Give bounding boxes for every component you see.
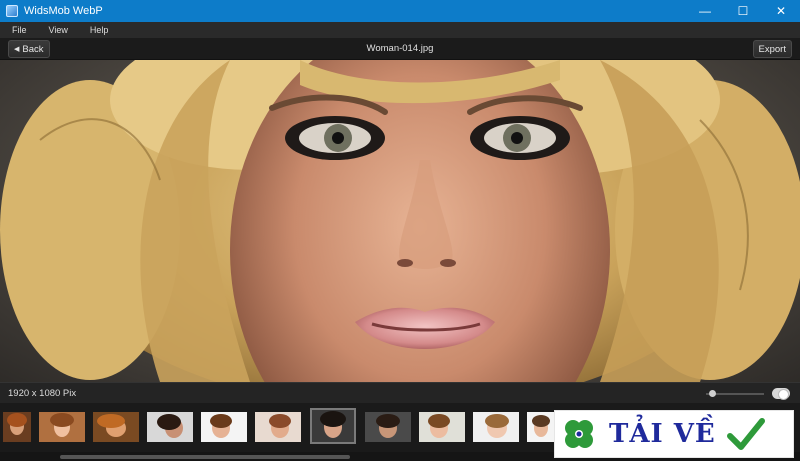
maximize-button[interactable]: ☐ (724, 0, 762, 22)
menu-view[interactable]: View (37, 25, 78, 35)
portrait-photo-icon (0, 60, 800, 382)
portrait-thumbnail-icon (419, 412, 465, 442)
zoom-slider-handle[interactable] (708, 390, 716, 397)
thumbnail-5[interactable] (201, 412, 247, 442)
thumbnail-2[interactable] (39, 412, 85, 442)
fit-toggle[interactable] (772, 388, 790, 400)
window-controls: — ☐ ✕ (686, 0, 800, 22)
thumbnail-4[interactable] (147, 412, 193, 442)
portrait-thumbnail-icon (255, 412, 301, 442)
filmstrip-scrollbar-thumb[interactable] (60, 455, 350, 459)
thumbnail-3[interactable] (93, 412, 139, 442)
menu-file[interactable]: File (0, 25, 37, 35)
portrait-thumbnail-icon (39, 412, 85, 442)
title-bar: WidsMob WebP — ☐ ✕ (0, 0, 800, 22)
thumbnail-7-selected[interactable] (310, 408, 356, 444)
thumbnail-11[interactable] (527, 412, 555, 442)
app-icon (6, 5, 18, 17)
window-title: WidsMob WebP (24, 5, 103, 17)
portrait-thumbnail-icon (312, 410, 354, 442)
back-arrow-icon: ◀ (14, 46, 20, 53)
image-dimensions: 1920 x 1080 Pix (8, 388, 77, 399)
thumbnail-1[interactable] (3, 412, 31, 442)
clover-icon (565, 420, 593, 448)
portrait-thumbnail-icon (147, 412, 193, 442)
portrait-thumbnail-icon (527, 412, 555, 442)
export-button[interactable]: Export (752, 40, 792, 58)
back-button[interactable]: ◀ Back (8, 40, 50, 58)
checkmark-icon (726, 418, 765, 450)
portrait-thumbnail-icon (365, 412, 411, 442)
menu-bar: File View Help (0, 22, 800, 38)
portrait-thumbnail-icon (201, 412, 247, 442)
watermark-banner: TẢI VỀ (554, 410, 794, 458)
thumbnail-10[interactable] (473, 412, 519, 442)
close-button[interactable]: ✕ (762, 0, 800, 22)
thumbnail-8[interactable] (365, 412, 411, 442)
file-name-title: Woman-014.jpg (366, 43, 434, 54)
toolbar: Woman-014.jpg ◀ Back Export (0, 38, 800, 60)
portrait-thumbnail-icon (93, 412, 139, 442)
menu-help[interactable]: Help (78, 25, 119, 35)
thumbnail-6[interactable] (255, 412, 301, 442)
image-viewer[interactable] (0, 60, 800, 382)
thumbnail-9[interactable] (419, 412, 465, 442)
minimize-button[interactable]: — (686, 0, 724, 22)
portrait-thumbnail-icon (473, 412, 519, 442)
watermark-text: TẢI VỀ (609, 419, 716, 449)
status-bar: 1920 x 1080 Pix (0, 382, 800, 403)
back-button-label: Back (22, 43, 44, 55)
portrait-thumbnail-icon (3, 412, 31, 442)
